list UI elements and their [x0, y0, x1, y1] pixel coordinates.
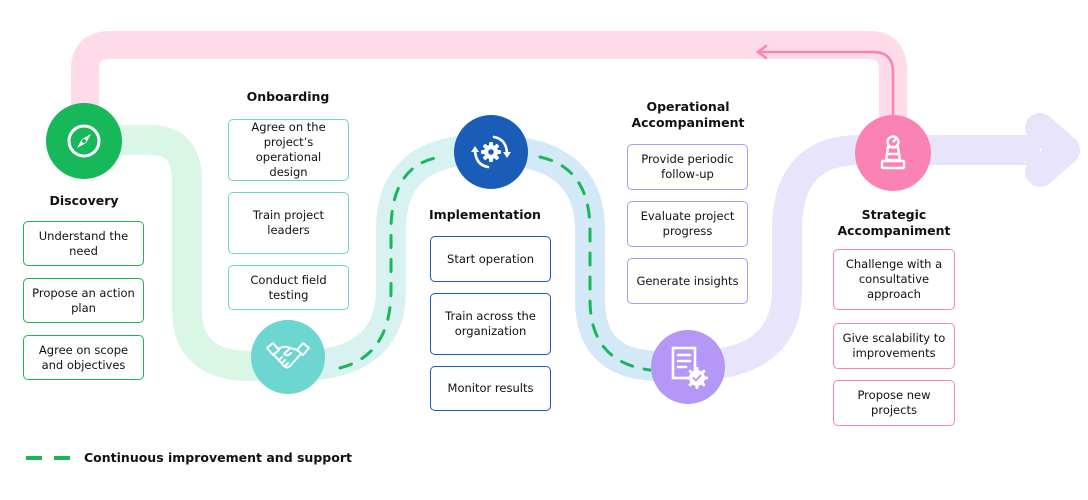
discovery-step: Agree on scope and objectives [23, 335, 144, 380]
implementation-icon-badge [454, 115, 528, 189]
document-gear-icon [671, 346, 708, 389]
final-arrow-head-icon [1025, 113, 1080, 187]
compass-icon [67, 124, 101, 158]
discovery-step: Understand the need [23, 221, 144, 266]
stage-title-operational: Operational Accompaniment [631, 99, 745, 130]
dashed-line-icon [26, 455, 70, 460]
gear-cycle-icon [471, 135, 511, 169]
implementation-step: Start operation [430, 236, 551, 282]
implementation-step: Monitor results [430, 366, 551, 411]
legend: Continuous improvement and support [26, 450, 352, 465]
stage-title-discovery: Discovery [49, 193, 119, 208]
operational-step: Provide periodic follow-up [627, 144, 748, 190]
onboarding-step: Agree on the project’s operational desig… [228, 119, 349, 181]
strategic-step: Give scalability to improvements [833, 323, 955, 369]
stage-title-implementation: Implementation [429, 207, 541, 222]
stage-title-strategic: Strategic Accompaniment [837, 207, 951, 238]
discovery-icon-badge [46, 103, 122, 179]
onboarding-step: Conduct field testing [228, 265, 349, 310]
legend-label: Continuous improvement and support [84, 450, 352, 465]
chess-pawn-icon [880, 135, 906, 170]
handshake-icon [266, 342, 310, 369]
stage-title-onboarding: Onboarding [246, 89, 330, 104]
discovery-step: Propose an action plan [23, 278, 144, 323]
strategic-step: Propose new projects [833, 380, 955, 426]
operational-step: Generate insights [627, 258, 748, 304]
operational-step: Evaluate project progress [627, 201, 748, 247]
operational-icon-badge [651, 330, 725, 404]
implementation-step: Train across the organization [430, 293, 551, 355]
onboarding-step: Train project leaders [228, 192, 349, 254]
strategic-step: Challenge with a consultative approach [833, 249, 955, 310]
onboarding-icon-badge [251, 320, 325, 394]
strategic-icon-badge [855, 115, 931, 191]
feedback-loop-arrow [760, 50, 895, 118]
